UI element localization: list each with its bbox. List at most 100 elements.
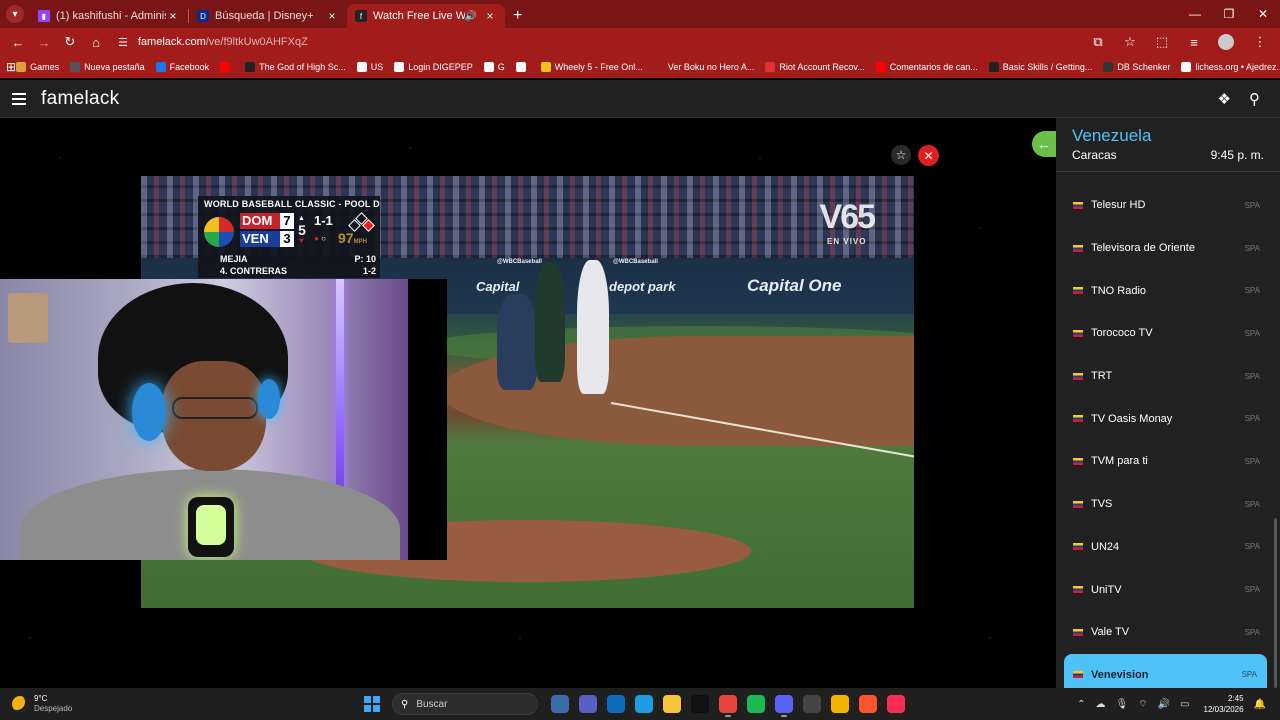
channel-item[interactable]: Torococo TV SPA (1056, 312, 1280, 355)
favorite-star-button[interactable]: ☆ (891, 145, 911, 165)
system-clock[interactable]: 2:45 12/03/2026 (1204, 693, 1244, 715)
bookmark-item[interactable] (515, 62, 530, 72)
chrome-alt-icon[interactable] (831, 695, 849, 713)
bookmark-star-icon[interactable]: ☆ (1118, 30, 1142, 54)
channel-item[interactable]: UN24 SPA (1056, 526, 1280, 569)
sidebar-back-arrow-button[interactable]: ← (1032, 131, 1056, 157)
speaker-icon[interactable]: 🔊 (465, 11, 477, 22)
bookmark-item[interactable]: lichess.org • Ajedrez... (1181, 62, 1280, 72)
battery-icon[interactable]: ▭ (1180, 699, 1189, 710)
player-area: ☆ ✕ ← Capital depot park Capital One @WB… (0, 118, 1056, 688)
reading-list-icon[interactable]: ≡ (1182, 30, 1206, 54)
channel-item[interactable]: TV Oasis Monay SPA (1056, 397, 1280, 440)
bookmark-item[interactable]: DB Schenker (1103, 62, 1170, 72)
start-windows-icon[interactable] (364, 696, 380, 712)
bookmark-item[interactable]: The God of High Sc... (245, 62, 346, 72)
chevron-up-icon[interactable]: ⌃ (1077, 699, 1085, 710)
tab-kashifushi[interactable]: ▮ (1) kashifushi - Administrador d × (30, 4, 188, 28)
bookmark-favicon-icon (653, 62, 664, 72)
minimize-icon[interactable]: — (1178, 7, 1212, 21)
channel-item[interactable]: UniTV SPA (1056, 568, 1280, 611)
forward-arrow-icon[interactable]: → (32, 30, 56, 54)
tab-close-icon[interactable]: × (166, 9, 180, 23)
channel-item[interactable]: Vale TV SPA (1056, 611, 1280, 654)
weather-widget[interactable]: 9°C Despejado (12, 694, 212, 714)
file-explorer-icon[interactable] (663, 695, 681, 713)
channel-sidebar: Venezuela Caracas 9:45 p. m. Telesur HD S… (1056, 118, 1280, 688)
taskbar-search[interactable]: ⚲ Buscar (392, 693, 538, 715)
bookmark-item[interactable]: Wheely 5 - Free Onl... (540, 62, 643, 72)
tab-disney[interactable]: D Búsqueda | Disney+ × (189, 4, 347, 28)
bookmark-label: Login DIGEPEP (408, 62, 473, 72)
bookmark-item[interactable]: Facebook (155, 62, 209, 72)
notepad-icon[interactable] (803, 695, 821, 713)
home-icon[interactable]: ⌂ (84, 30, 108, 54)
tab-famelack[interactable]: f Watch Free Live World TV | 🔊 × (347, 4, 505, 28)
venezuela-flag-icon (1073, 372, 1083, 380)
new-tab-button[interactable]: + (513, 7, 522, 25)
notifications-bell-icon[interactable]: 🔔 (1254, 699, 1266, 710)
bookmark-item[interactable]: Ver Boku no Hero A... (653, 62, 754, 72)
bookmark-item[interactable]: Games (16, 62, 59, 72)
channel-name: Televisora de Oriente (1091, 242, 1195, 255)
task-view-icon[interactable] (551, 695, 569, 713)
discord-icon[interactable] (775, 695, 793, 717)
bookmark-item[interactable]: Comentarios de can... (875, 62, 978, 72)
extensions-icon[interactable]: ⬚ (1150, 30, 1174, 54)
bookmark-item[interactable]: Nueva pestaña (70, 62, 145, 72)
spotify-icon[interactable] (747, 695, 765, 713)
bookmark-favicon-icon (70, 62, 81, 72)
cloud-icon[interactable]: ☁ (1095, 699, 1105, 710)
hamburger-menu-icon[interactable] (12, 90, 26, 108)
channel-item[interactable]: TRT SPA (1056, 355, 1280, 398)
channel-language: SPA (1241, 670, 1257, 680)
bookmark-item[interactable]: Basic Skills / Getting... (988, 62, 1093, 72)
bookmark-label: Wheely 5 - Free Onl... (554, 62, 643, 72)
back-arrow-icon[interactable]: ← (6, 30, 30, 54)
chrome-menu-icon[interactable]: ⋮ (1248, 30, 1272, 54)
search-icon: ⚲ (401, 698, 409, 710)
channel-item[interactable]: Venevision SPA (1064, 653, 1267, 688)
bookmark-item[interactable]: Riot Account Recov... (765, 62, 865, 72)
restore-icon[interactable]: ❐ (1212, 7, 1246, 21)
channel-item[interactable]: Televisora de Oriente SPA (1056, 227, 1280, 270)
venezuela-flag-icon (1073, 201, 1083, 209)
pitcher-row: MEJIA P: 10 (220, 254, 376, 264)
microphone-icon[interactable]: 🎙 (1115, 699, 1128, 710)
ad-board: Capital One (747, 276, 842, 295)
address-bar[interactable]: ☰ famelack.com /ve/f9ltkUw0AHFXqZ (118, 31, 1072, 53)
channel-item[interactable]: Telesur HD SPA (1056, 184, 1280, 227)
channel-item[interactable]: TVS SPA (1056, 483, 1280, 526)
tab-close-icon[interactable]: × (325, 9, 339, 23)
volume-icon[interactable]: 🔊 (1158, 699, 1170, 710)
bookmark-item[interactable]: G (483, 62, 505, 72)
bookmark-item[interactable]: Login DIGEPEP (394, 62, 473, 72)
site-info-icon[interactable]: ☰ (118, 36, 128, 49)
edge-icon[interactable] (635, 695, 653, 713)
channel-item[interactable]: TVM para ti SPA (1056, 440, 1280, 483)
close-player-button[interactable]: ✕ (918, 145, 939, 166)
cast-icon[interactable]: ⧉ (1086, 30, 1110, 54)
channel-grid-icon[interactable]: ❖ (1218, 90, 1231, 108)
tab-close-icon[interactable]: × (483, 9, 497, 23)
teams-icon[interactable] (579, 695, 597, 713)
brave-icon[interactable] (859, 695, 877, 713)
outlook-icon[interactable] (607, 695, 625, 713)
bookmark-item[interactable] (220, 62, 234, 72)
close-window-icon[interactable]: ✕ (1246, 7, 1280, 21)
system-tray: ⌃ ☁ 🎙 ⌔ 🔊 ▭ 2:45 12/03/2026 🔔 (1067, 692, 1266, 716)
tiktok-live-icon[interactable] (887, 695, 905, 713)
bookmark-label: Basic Skills / Getting... (1002, 62, 1093, 72)
apps-grid-icon[interactable]: ⊞ (6, 60, 16, 74)
tab-search-icon[interactable]: ▾ (6, 5, 24, 23)
channel-item[interactable]: TNO Radio SPA (1056, 269, 1280, 312)
tiktok-icon[interactable] (691, 695, 709, 713)
search-icon[interactable]: ⚲ (1249, 90, 1260, 108)
profile-avatar[interactable] (1218, 34, 1234, 50)
wifi-icon[interactable]: ⌔ (1138, 698, 1147, 711)
reload-icon[interactable]: ↻ (58, 30, 82, 54)
bookmark-item[interactable]: US (356, 62, 383, 72)
site-logo[interactable]: famelack (41, 88, 119, 110)
sidebar-scrollbar[interactable] (1274, 518, 1277, 688)
chrome-icon[interactable] (719, 695, 737, 717)
